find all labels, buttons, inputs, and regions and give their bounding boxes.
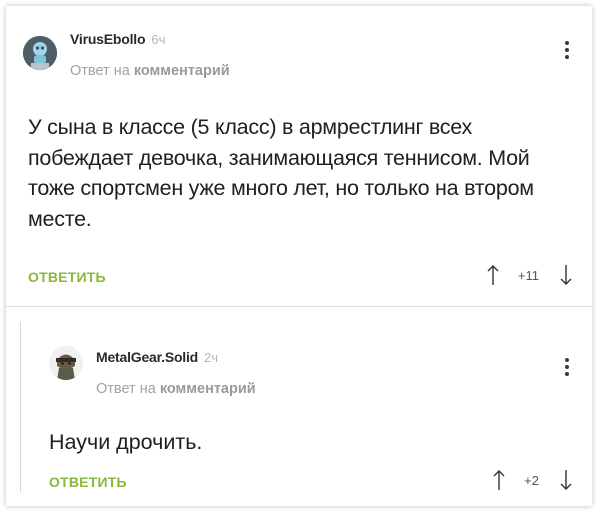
arrow-down-icon[interactable] [559,264,573,286]
author-name[interactable]: MetalGear.Solid [96,349,198,365]
comment-2: MetalGear.Solid 2ч Ответ на комментарий … [6,306,592,506]
vote-controls: +11 [486,264,573,286]
arrow-up-icon[interactable] [486,264,500,286]
arrow-up-icon[interactable] [492,469,506,491]
author-name[interactable]: VirusEbollo [70,31,146,47]
soldier-avatar-icon [49,346,83,380]
kebab-menu-icon[interactable] [564,41,570,62]
reply-target-link[interactable]: комментарий [160,381,256,397]
author-line: VirusEbollo 6ч [70,31,165,47]
comments-card: VirusEbollo 6ч Ответ на комментарий У сы… [6,6,592,506]
timestamp: 2ч [204,350,219,365]
comment-text: У сына в классе (5 класс) в армрестлинг … [28,115,534,231]
thread-line [20,322,21,492]
vote-controls: +2 [492,469,573,491]
robot-avatar-icon [23,36,57,70]
reply-button[interactable]: ОТВЕТИТЬ [28,269,106,285]
author-line: MetalGear.Solid 2ч [96,349,218,365]
score: +11 [517,267,539,283]
reply-to: Ответ на комментарий [96,381,256,397]
comment-text: Научи дрочить. [49,430,203,454]
kebab-menu-icon[interactable] [564,358,570,379]
timestamp: 6ч [151,32,166,47]
score: +2 [524,472,539,488]
reply-target-link[interactable]: комментарий [134,63,230,79]
arrow-down-icon[interactable] [559,469,573,491]
reply-button[interactable]: ОТВЕТИТЬ [49,474,127,490]
comment-1: VirusEbollo 6ч Ответ на комментарий У сы… [6,6,592,306]
avatar[interactable] [49,346,83,380]
reply-to: Ответ на комментарий [70,63,230,79]
avatar[interactable] [23,36,57,70]
divider [6,306,592,307]
reply-prefix: Ответ на [70,63,130,79]
reply-prefix: Ответ на [96,381,156,397]
